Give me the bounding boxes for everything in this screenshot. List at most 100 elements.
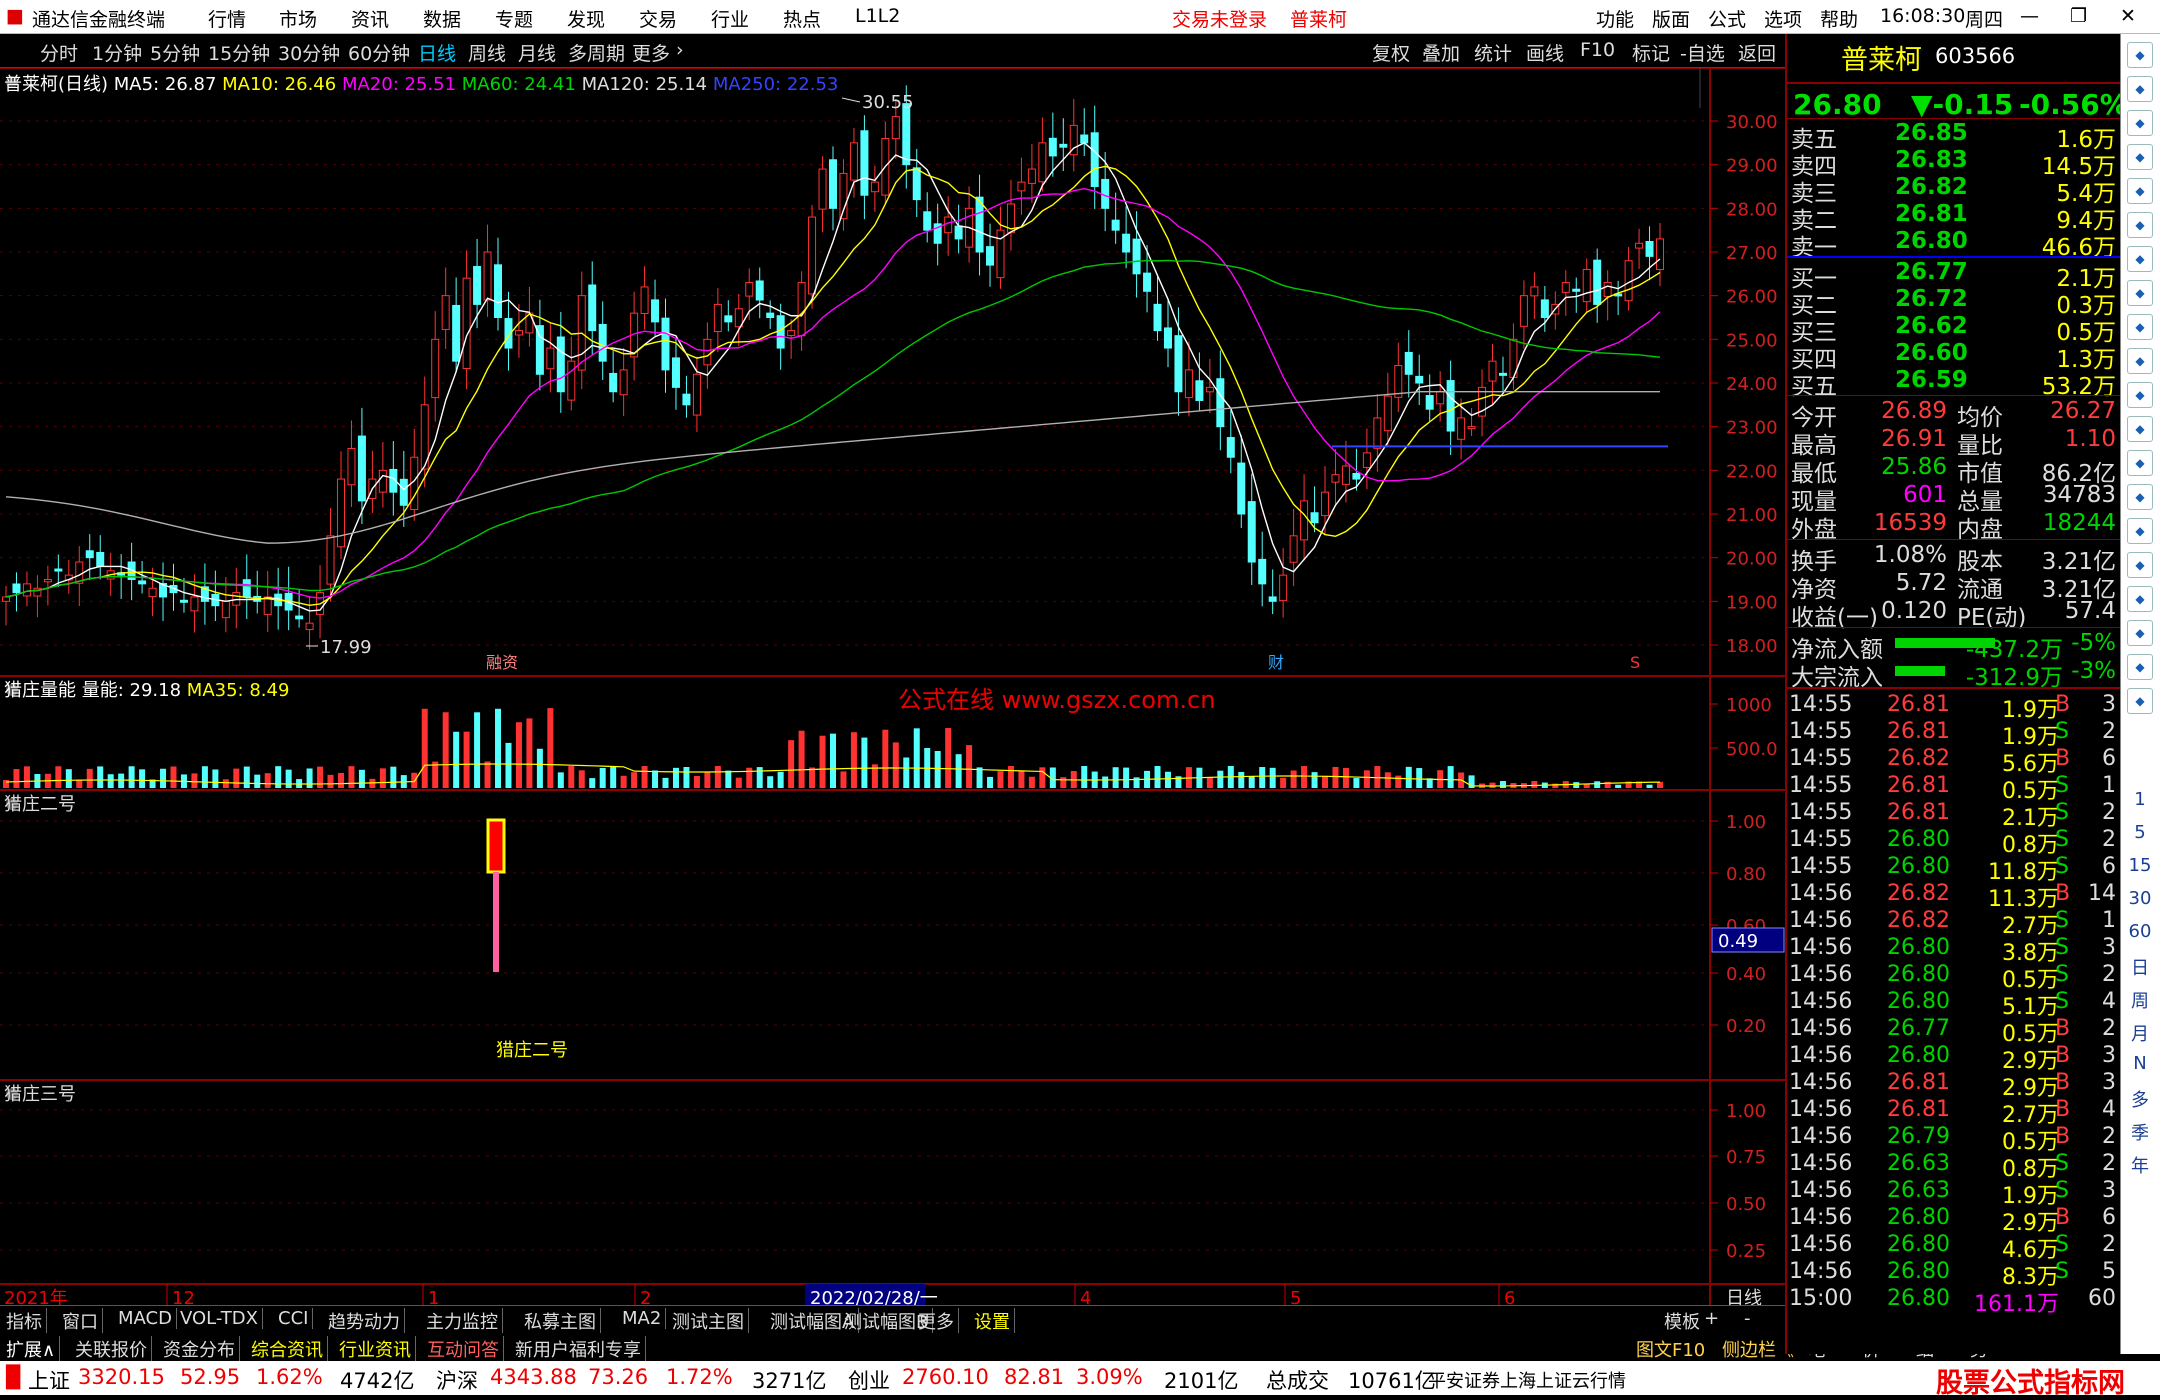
- indicator-tab[interactable]: 指标: [2, 1308, 47, 1334]
- indicator-tab[interactable]: 私募主图: [520, 1308, 601, 1334]
- index-cy-name[interactable]: 创业: [848, 1365, 890, 1395]
- fund-icon[interactable]: ◆: [2127, 416, 2153, 442]
- menu-options[interactable]: 选项: [1764, 5, 1802, 32]
- f10-icon[interactable]: ◆: [2127, 314, 2153, 340]
- indicator-tab[interactable]: 更多: [914, 1308, 959, 1334]
- extension-tab[interactable]: 互动问答: [423, 1336, 504, 1362]
- extension-tab-right[interactable]: 图文F10: [1636, 1336, 1705, 1362]
- menu-industry[interactable]: 行业: [711, 5, 749, 32]
- indicator-tab[interactable]: MA2: [618, 1308, 667, 1329]
- period-shortcut[interactable]: 60: [2125, 921, 2155, 942]
- event-marker[interactable]: 融资: [486, 653, 518, 672]
- index-sz-name[interactable]: 沪深: [436, 1365, 478, 1395]
- tab-fenshi[interactable]: 分时: [40, 39, 78, 66]
- chevron-right-icon[interactable]: ›: [676, 39, 684, 61]
- tab-more[interactable]: 更多: [632, 39, 670, 66]
- fs-icon[interactable]: ◆: [2127, 654, 2153, 680]
- tool-draw[interactable]: 画线: [1526, 39, 1564, 66]
- menu-help[interactable]: 帮助: [1820, 5, 1858, 32]
- menu-news[interactable]: 资讯: [351, 5, 389, 32]
- list-icon[interactable]: ◆: [2127, 348, 2153, 374]
- tab-monthly[interactable]: 月线: [518, 39, 556, 66]
- bell-icon[interactable]: ◆: [2127, 484, 2153, 510]
- chart-area[interactable]: 30.00 29.00 28.00 27.00 26.00 25.00 24.00 23.00…: [0, 67, 1785, 1310]
- chart-icon[interactable]: ◆: [2127, 212, 2153, 238]
- menu-data[interactable]: 数据: [423, 5, 461, 32]
- menu-l1l2[interactable]: L1L2: [855, 5, 900, 27]
- extension-tab[interactable]: 扩展∧: [2, 1336, 61, 1362]
- period-shortcut[interactable]: 多: [2125, 1086, 2155, 1112]
- indicator-tab[interactable]: 趋势动力: [324, 1308, 405, 1334]
- period-shortcut[interactable]: N: [2125, 1053, 2155, 1074]
- period-shortcut[interactable]: 15: [2125, 855, 2155, 876]
- tool-overlay[interactable]: 叠加: [1422, 39, 1460, 66]
- menu-formula[interactable]: 公式: [1708, 5, 1746, 32]
- multi-icon[interactable]: ◆: [2127, 688, 2153, 714]
- cross-icon[interactable]: ◆: [2127, 586, 2153, 612]
- menu-trade[interactable]: 交易: [639, 5, 677, 32]
- grid-icon[interactable]: ◆: [2127, 178, 2153, 204]
- indicator-tab[interactable]: MACD: [114, 1308, 177, 1329]
- extension-tab[interactable]: 关联报价: [71, 1336, 152, 1362]
- period-shortcut[interactable]: 日: [2125, 954, 2155, 980]
- tool-f10[interactable]: F10: [1580, 39, 1615, 61]
- doc-icon[interactable]: ◆: [2127, 382, 2153, 408]
- template-tab[interactable]: -: [1744, 1308, 1751, 1329]
- menu-function[interactable]: 功能: [1596, 5, 1634, 32]
- menu-hot[interactable]: 热点: [783, 5, 821, 32]
- event-marker[interactable]: 财: [1268, 653, 1284, 672]
- tab-60min[interactable]: 60分钟: [348, 39, 410, 66]
- minimize-icon[interactable]: —: [2020, 5, 2039, 27]
- period-shortcut[interactable]: 月: [2125, 1020, 2155, 1046]
- period-shortcut[interactable]: 年: [2125, 1152, 2155, 1178]
- flag-icon[interactable]: ◆: [2127, 552, 2153, 578]
- arrow-up-icon[interactable]: ◆: [2127, 76, 2153, 102]
- indicator-tab[interactable]: 测试主图: [668, 1308, 749, 1334]
- menu-topic[interactable]: 专题: [495, 5, 533, 32]
- globe-icon[interactable]: ◆: [2127, 42, 2153, 68]
- arrow-down-icon[interactable]: ◆: [2127, 110, 2153, 136]
- tool-fuquan[interactable]: 复权: [1372, 39, 1410, 66]
- tab-30min[interactable]: 30分钟: [278, 39, 340, 66]
- tab-weekly[interactable]: 周线: [468, 39, 506, 66]
- extension-tab[interactable]: 新用户福利专享: [511, 1336, 646, 1362]
- tab-15min[interactable]: 15分钟: [208, 39, 270, 66]
- extension-tab[interactable]: 行业资讯: [335, 1336, 416, 1362]
- rsi-icon[interactable]: ◆: [2127, 518, 2153, 544]
- tab-multi[interactable]: 多周期: [568, 39, 625, 66]
- menu-hq[interactable]: 行情: [208, 5, 246, 32]
- report-icon[interactable]: ◆: [2127, 144, 2153, 170]
- period-shortcut[interactable]: 1: [2125, 789, 2155, 810]
- indicator-tab[interactable]: VOL-TDX: [176, 1308, 263, 1329]
- indicator-tab[interactable]: 设置: [970, 1308, 1015, 1334]
- tool-favorite[interactable]: -自选: [1680, 39, 1725, 66]
- extension-tab[interactable]: 资金分布: [159, 1336, 240, 1362]
- menu-layout[interactable]: 版面: [1652, 5, 1690, 32]
- indicator-tab[interactable]: CCI: [274, 1308, 314, 1329]
- news-icon[interactable]: ◆: [2127, 280, 2153, 306]
- tab-1min[interactable]: 1分钟: [92, 39, 142, 66]
- tool-mark[interactable]: 标记: [1632, 39, 1670, 66]
- tool-stats[interactable]: 统计: [1474, 39, 1512, 66]
- indicator-tab[interactable]: 主力监控: [422, 1308, 503, 1334]
- menu-discover[interactable]: 发现: [567, 5, 605, 32]
- menu-market[interactable]: 市场: [279, 5, 317, 32]
- period-shortcut[interactable]: 30: [2125, 888, 2155, 909]
- extension-tab[interactable]: 综合资讯: [247, 1336, 328, 1362]
- tab-5min[interactable]: 5分钟: [150, 39, 200, 66]
- index-sh-name[interactable]: 上证: [28, 1365, 70, 1395]
- candle-icon[interactable]: ◆: [2127, 246, 2153, 272]
- template-tab[interactable]: 模板: [1664, 1308, 1700, 1334]
- event-marker[interactable]: S: [1630, 653, 1640, 672]
- restore-icon[interactable]: ❐: [2070, 5, 2087, 27]
- tab-daily[interactable]: 日线: [418, 39, 456, 66]
- period-shortcut[interactable]: 周: [2125, 987, 2155, 1013]
- login-status[interactable]: 交易未登录: [1172, 5, 1267, 32]
- tool-back[interactable]: 返回: [1738, 39, 1776, 66]
- period-shortcut[interactable]: 5: [2125, 822, 2155, 843]
- template-tab[interactable]: +: [1704, 1308, 1719, 1329]
- pen-icon[interactable]: ◆: [2127, 620, 2153, 646]
- clock-icon[interactable]: ◆: [2127, 450, 2153, 476]
- indicator-tab[interactable]: 窗口: [58, 1308, 103, 1334]
- close-icon[interactable]: ✕: [2120, 5, 2136, 27]
